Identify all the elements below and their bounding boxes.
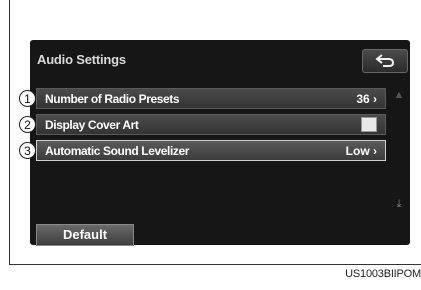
setting-label: Automatic Sound Levelizer [45,144,190,158]
setting-label: Display Cover Art [45,118,139,132]
setting-row-sound-levelizer[interactable]: Automatic Sound Levelizer Low › [36,140,386,161]
figure-caption: US1003BIIPOM [345,268,421,280]
back-arrow-icon [375,54,395,67]
setting-row-cover-art[interactable]: Display Cover Art [36,114,386,135]
screen-title: Audio Settings [37,52,126,67]
chevron-up-icon[interactable]: ▲ [392,89,406,103]
setting-row-radio-presets[interactable]: Number of Radio Presets 36 › [36,88,386,109]
setting-value: Low › [345,144,377,158]
scroll-bottom-icon[interactable]: ⤓ [392,198,406,212]
default-button[interactable]: Default [36,224,134,246]
back-button[interactable] [362,49,408,73]
callout-3: 3 [19,142,36,159]
cover-art-checkbox[interactable] [361,117,377,132]
callout-2: 2 [19,116,36,133]
scrollbar[interactable]: ▲ ⤓ [392,86,406,218]
callout-1: 1 [19,90,36,107]
setting-value: 36 › [356,92,377,106]
setting-label: Number of Radio Presets [45,92,180,106]
